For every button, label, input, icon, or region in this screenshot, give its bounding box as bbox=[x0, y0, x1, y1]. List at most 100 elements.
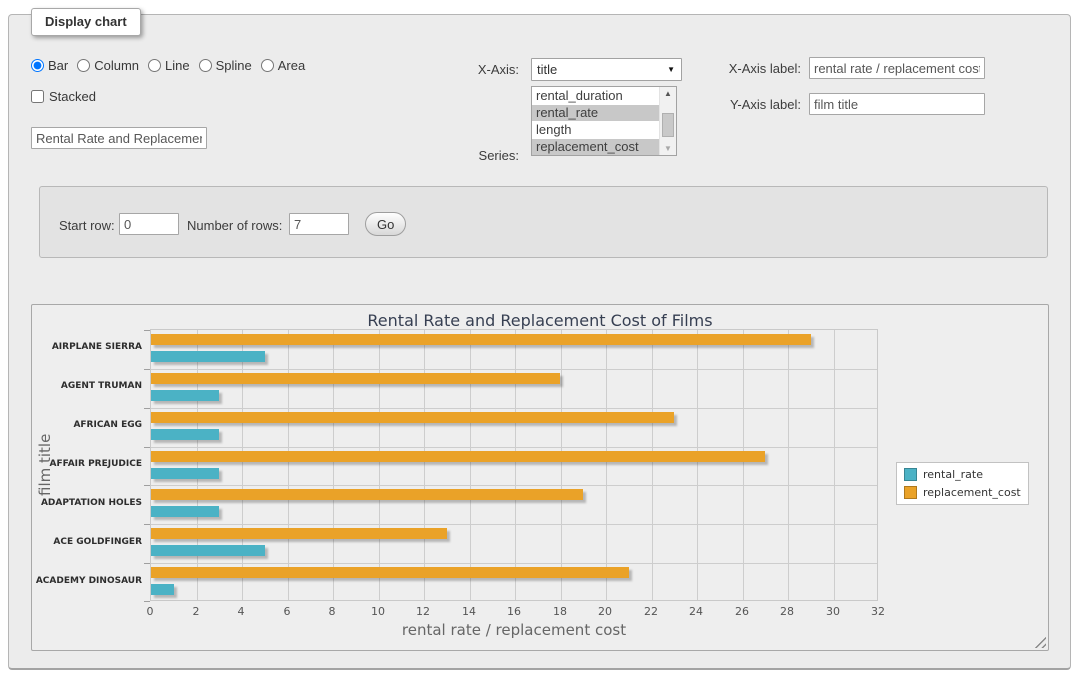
legend-item: replacement_cost bbox=[904, 486, 1021, 499]
rental_rate-bar bbox=[151, 351, 265, 362]
x-gridline bbox=[788, 330, 789, 600]
x-tick-label: 8 bbox=[312, 605, 352, 618]
y-gridline bbox=[151, 485, 877, 486]
plot-area bbox=[150, 329, 878, 601]
chart-type-column-radio[interactable] bbox=[77, 59, 90, 72]
x-tick-label: 2 bbox=[176, 605, 216, 618]
chart-type-bar-radio[interactable] bbox=[31, 59, 44, 72]
chart-type-bar[interactable]: Bar bbox=[31, 58, 68, 73]
chart-type-spline-radio[interactable] bbox=[199, 59, 212, 72]
y-axis-tick bbox=[144, 485, 150, 486]
x-gridline bbox=[288, 330, 289, 600]
x-gridline bbox=[424, 330, 425, 600]
chart-type-column-label: Column bbox=[94, 58, 139, 73]
x-tick-label: 18 bbox=[540, 605, 580, 618]
chart-type-line-label: Line bbox=[165, 58, 190, 73]
x-gridline bbox=[652, 330, 653, 600]
x-tick-label: 14 bbox=[449, 605, 489, 618]
y-axis-label-input[interactable] bbox=[809, 93, 985, 115]
chart-type-line[interactable]: Line bbox=[148, 58, 190, 73]
fieldset-legend: Display chart bbox=[31, 8, 141, 36]
stacked-option[interactable]: Stacked bbox=[31, 89, 96, 104]
y-gridline bbox=[151, 408, 877, 409]
rental_rate-bar bbox=[151, 390, 219, 401]
rental_rate-bar bbox=[151, 506, 219, 517]
x-gridline bbox=[606, 330, 607, 600]
chart-title: Rental Rate and Replacement Cost of Film… bbox=[32, 311, 1048, 330]
x-axis-selected-value: title bbox=[537, 62, 557, 77]
series-option-rental-rate[interactable]: rental_rate bbox=[532, 105, 659, 121]
x-gridline bbox=[697, 330, 698, 600]
resize-handle-icon[interactable] bbox=[1034, 636, 1046, 648]
y-gridline bbox=[151, 563, 877, 564]
category-label: AIRPLANE SIERRA bbox=[32, 342, 142, 352]
x-tick-label: 10 bbox=[358, 605, 398, 618]
legend-label: replacement_cost bbox=[923, 486, 1021, 499]
x-tick-label: 28 bbox=[767, 605, 807, 618]
y-gridline bbox=[151, 524, 877, 525]
x-axis-label-input[interactable] bbox=[809, 57, 985, 79]
y-axis-tick bbox=[144, 601, 150, 602]
chart-type-bar-label: Bar bbox=[48, 58, 68, 73]
x-gridline bbox=[515, 330, 516, 600]
y-axis-tick bbox=[144, 369, 150, 370]
x-gridline bbox=[242, 330, 243, 600]
x-tick-label: 24 bbox=[676, 605, 716, 618]
rental_rate-bar bbox=[151, 584, 174, 595]
x-tick-label: 30 bbox=[813, 605, 853, 618]
x-tick-label: 12 bbox=[403, 605, 443, 618]
series-option-length[interactable]: length bbox=[532, 122, 659, 138]
x-tick-label: 32 bbox=[858, 605, 898, 618]
chart-type-spline[interactable]: Spline bbox=[199, 58, 252, 73]
row-range-panel: Start row: Number of rows: Go bbox=[39, 186, 1048, 258]
chart-legend: rental_rate replacement_cost bbox=[896, 462, 1029, 505]
series-option-replacement-cost[interactable]: replacement_cost bbox=[532, 139, 659, 155]
chart-type-radio-group: Bar Column Line Spline Area bbox=[31, 58, 305, 73]
x-gridline bbox=[379, 330, 380, 600]
stacked-checkbox[interactable] bbox=[31, 90, 44, 103]
number-of-rows-label: Number of rows: bbox=[187, 218, 282, 234]
chart-type-area[interactable]: Area bbox=[261, 58, 305, 73]
category-label: ACE GOLDFINGER bbox=[32, 537, 142, 547]
replacement_cost-bar bbox=[151, 489, 583, 500]
x-tick-label: 26 bbox=[722, 605, 762, 618]
x-axis-label-field-label: X-Axis label: bbox=[649, 61, 801, 77]
category-label: AFFAIR PREJUDICE bbox=[32, 459, 142, 469]
y-axis-tick bbox=[144, 563, 150, 564]
series-list-label: Series: bbox=[401, 148, 519, 164]
category-label: ADAPTATION HOLES bbox=[32, 498, 142, 508]
start-row-input[interactable] bbox=[119, 213, 179, 235]
y-axis-tick bbox=[144, 330, 150, 331]
chart-panel: Rental Rate and Replacement Cost of Film… bbox=[31, 304, 1049, 651]
x-tick-label: 0 bbox=[130, 605, 170, 618]
chart-type-area-radio[interactable] bbox=[261, 59, 274, 72]
x-tick-label: 6 bbox=[267, 605, 307, 618]
chart-type-line-radio[interactable] bbox=[148, 59, 161, 72]
category-label: AGENT TRUMAN bbox=[32, 381, 142, 391]
replacement_cost-bar bbox=[151, 528, 447, 539]
x-tick-label: 16 bbox=[494, 605, 534, 618]
series-option-rental-duration[interactable]: rental_duration bbox=[532, 88, 659, 104]
replacement_cost-bar bbox=[151, 567, 629, 578]
number-of-rows-input[interactable] bbox=[289, 213, 349, 235]
start-row-label: Start row: bbox=[59, 218, 115, 234]
y-axis-tick bbox=[144, 447, 150, 448]
rental_rate-bar bbox=[151, 429, 219, 440]
x-gridline bbox=[743, 330, 744, 600]
scrollbar-thumb[interactable] bbox=[662, 113, 674, 137]
rental_rate-bar bbox=[151, 468, 219, 479]
x-gridline bbox=[197, 330, 198, 600]
x-axis-title: rental rate / replacement cost bbox=[150, 621, 878, 639]
chart-title-input[interactable] bbox=[31, 127, 207, 149]
go-button[interactable]: Go bbox=[365, 212, 406, 236]
x-gridline bbox=[333, 330, 334, 600]
chart-type-column[interactable]: Column bbox=[77, 58, 139, 73]
replacement_cost-bar bbox=[151, 451, 765, 462]
scroll-down-icon[interactable]: ▼ bbox=[660, 144, 676, 153]
legend-label: rental_rate bbox=[923, 468, 983, 481]
legend-swatch-icon bbox=[904, 468, 917, 481]
legend-item: rental_rate bbox=[904, 468, 1021, 481]
x-gridline bbox=[834, 330, 835, 600]
chart-type-spline-label: Spline bbox=[216, 58, 252, 73]
replacement_cost-bar bbox=[151, 412, 674, 423]
